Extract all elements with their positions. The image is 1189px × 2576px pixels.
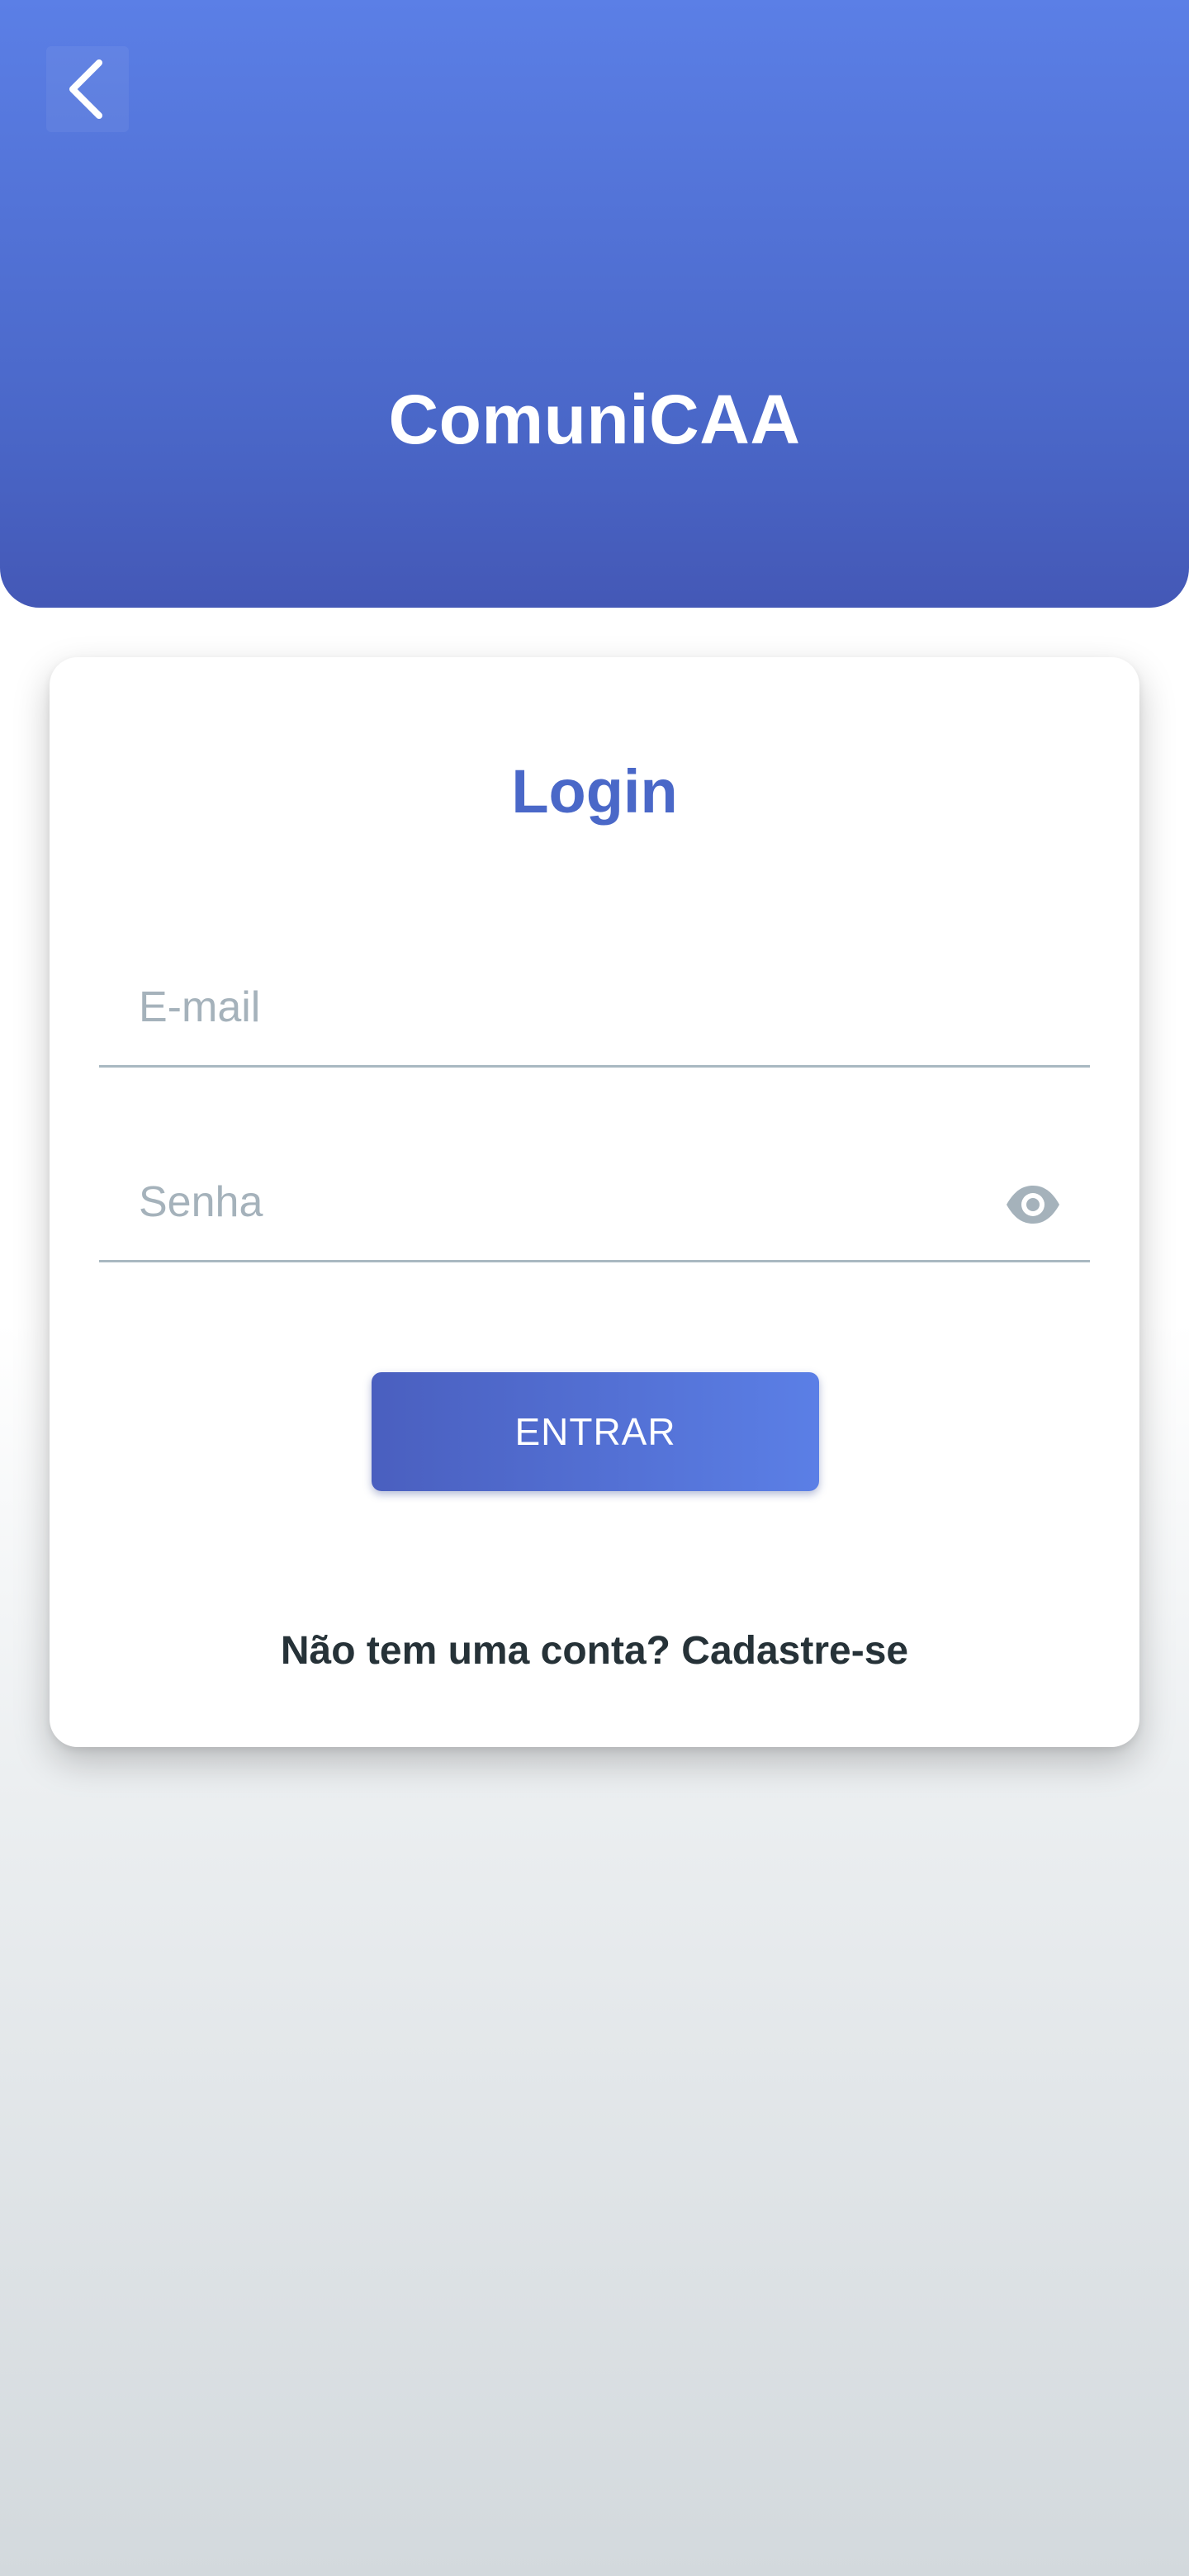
login-card: Login ENTRAR Não tem uma conta? Cadastre… xyxy=(50,657,1139,1747)
password-input[interactable] xyxy=(99,1161,997,1243)
chevron-left-icon xyxy=(69,59,102,119)
email-field xyxy=(99,916,1090,1068)
signup-link[interactable]: Não tem uma conta? Cadastre-se xyxy=(50,1628,1139,1674)
login-title: Login xyxy=(511,757,678,826)
password-field xyxy=(99,1111,1090,1262)
back-button[interactable] xyxy=(46,46,129,132)
app-header: ComuniCAA xyxy=(0,0,1189,608)
eye-icon[interactable] xyxy=(1004,1176,1062,1234)
email-input[interactable] xyxy=(99,966,997,1049)
app-title: ComuniCAA xyxy=(388,381,801,458)
enter-button[interactable]: ENTRAR xyxy=(372,1372,819,1491)
